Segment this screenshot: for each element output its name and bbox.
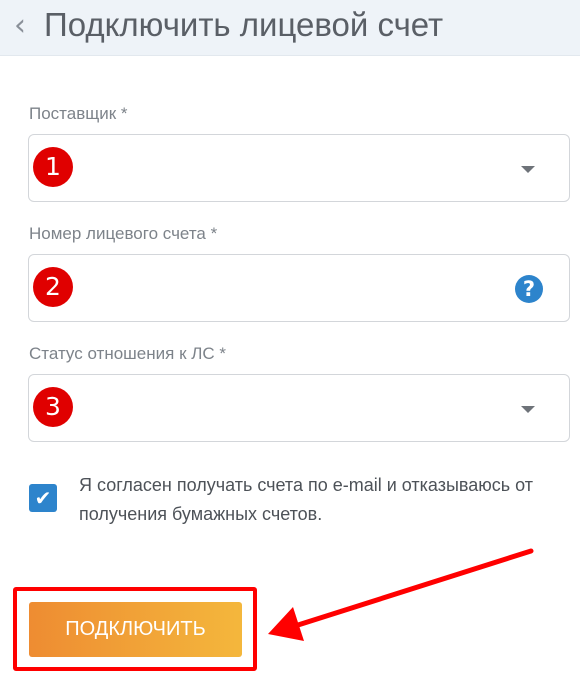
annotation-arrow-icon [268, 548, 534, 641]
